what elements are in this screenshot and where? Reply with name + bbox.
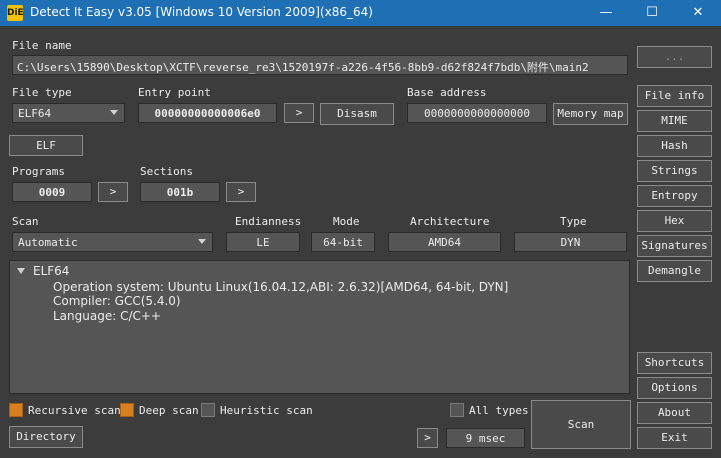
heuristic-scan-label: Heuristic scan: [220, 404, 313, 417]
deep-scan-label: Deep scan: [139, 404, 199, 417]
hex-button[interactable]: Hex: [637, 210, 712, 232]
tree-item-compiler[interactable]: Compiler: GCC(5.4.0): [53, 294, 181, 308]
entry-point-field[interactable]: 00000000000006e0: [138, 103, 277, 123]
all-types-label: All types: [469, 404, 529, 417]
options-button[interactable]: Options: [637, 377, 712, 399]
signatures-button[interactable]: Signatures: [637, 235, 712, 257]
results-panel[interactable]: ELF64 Operation system: Ubuntu Linux(16.…: [9, 260, 630, 394]
scan-button[interactable]: Scan: [531, 400, 631, 449]
memory-map-button[interactable]: Memory map: [553, 103, 628, 125]
file-name-field[interactable]: C:\Users\15890\Desktop\XCTF\reverse_re3\…: [12, 55, 628, 75]
mode-label: Mode: [333, 215, 360, 228]
endianness-field: LE: [226, 232, 300, 252]
about-button[interactable]: About: [637, 402, 712, 424]
entry-point-next-button[interactable]: >: [284, 103, 314, 123]
file-info-button[interactable]: File info: [637, 85, 712, 107]
file-name-label: File name: [12, 39, 72, 52]
file-type-select[interactable]: ELF64: [12, 103, 125, 123]
architecture-label: Architecture: [410, 215, 490, 228]
scan-label: Scan: [12, 215, 39, 228]
entropy-button[interactable]: Entropy: [637, 185, 712, 207]
programs-next-button[interactable]: >: [98, 182, 128, 202]
programs-field[interactable]: 0009: [12, 182, 92, 202]
tree-item-language[interactable]: Language: C/C++: [53, 309, 161, 323]
mime-button[interactable]: MIME: [637, 110, 712, 132]
base-address-field[interactable]: 0000000000000000: [407, 103, 547, 123]
disasm-button[interactable]: Disasm: [320, 103, 394, 125]
all-types-checkbox[interactable]: [450, 403, 464, 417]
window-title: Detect It Easy v3.05 [Windows 10 Version…: [30, 5, 373, 19]
elf-button[interactable]: ELF: [9, 135, 83, 156]
shortcuts-button[interactable]: Shortcuts: [637, 352, 712, 374]
chevron-down-icon: [198, 239, 206, 244]
entry-point-label: Entry point: [138, 86, 211, 99]
file-type-value: ELF64: [18, 107, 52, 120]
scan-time-field: 9 msec: [446, 428, 525, 448]
maximize-icon[interactable]: ☐: [629, 0, 675, 26]
minimize-icon[interactable]: —: [583, 0, 629, 26]
hash-button[interactable]: Hash: [637, 135, 712, 157]
deep-scan-checkbox[interactable]: [120, 403, 134, 417]
sections-label: Sections: [140, 165, 193, 178]
title-bar: DiE Detect It Easy v3.05 [Windows 10 Ver…: [0, 0, 721, 26]
file-type-label: File type: [12, 86, 72, 99]
type-field: DYN: [514, 232, 627, 252]
sections-next-button[interactable]: >: [226, 182, 256, 202]
chevron-down-icon: [110, 110, 118, 115]
demangle-button[interactable]: Demangle: [637, 260, 712, 282]
base-address-label: Base address: [407, 86, 487, 99]
type-label: Type: [560, 215, 587, 228]
browse-button[interactable]: ...: [637, 46, 712, 68]
programs-label: Programs: [12, 165, 65, 178]
heuristic-scan-checkbox[interactable]: [201, 403, 215, 417]
scan-mode-value: Automatic: [18, 236, 78, 249]
recursive-scan-label: Recursive scan: [28, 404, 121, 417]
strings-button[interactable]: Strings: [637, 160, 712, 182]
sections-field[interactable]: 001b: [140, 182, 220, 202]
tree-item-os[interactable]: Operation system: Ubuntu Linux(16.04.12,…: [53, 280, 508, 294]
log-next-button[interactable]: >: [417, 428, 438, 448]
mode-field: 64-bit: [311, 232, 375, 252]
endianness-label: Endianness: [235, 215, 302, 228]
app-icon: DiE: [7, 5, 24, 21]
exit-button[interactable]: Exit: [637, 427, 712, 449]
directory-button[interactable]: Directory: [9, 426, 83, 448]
expand-triangle-icon[interactable]: [17, 268, 25, 274]
recursive-scan-checkbox[interactable]: [9, 403, 23, 417]
tree-root-elf64[interactable]: ELF64: [33, 264, 69, 278]
architecture-field: AMD64: [388, 232, 501, 252]
close-icon[interactable]: ✕: [675, 0, 721, 26]
scan-mode-select[interactable]: Automatic: [12, 232, 213, 252]
